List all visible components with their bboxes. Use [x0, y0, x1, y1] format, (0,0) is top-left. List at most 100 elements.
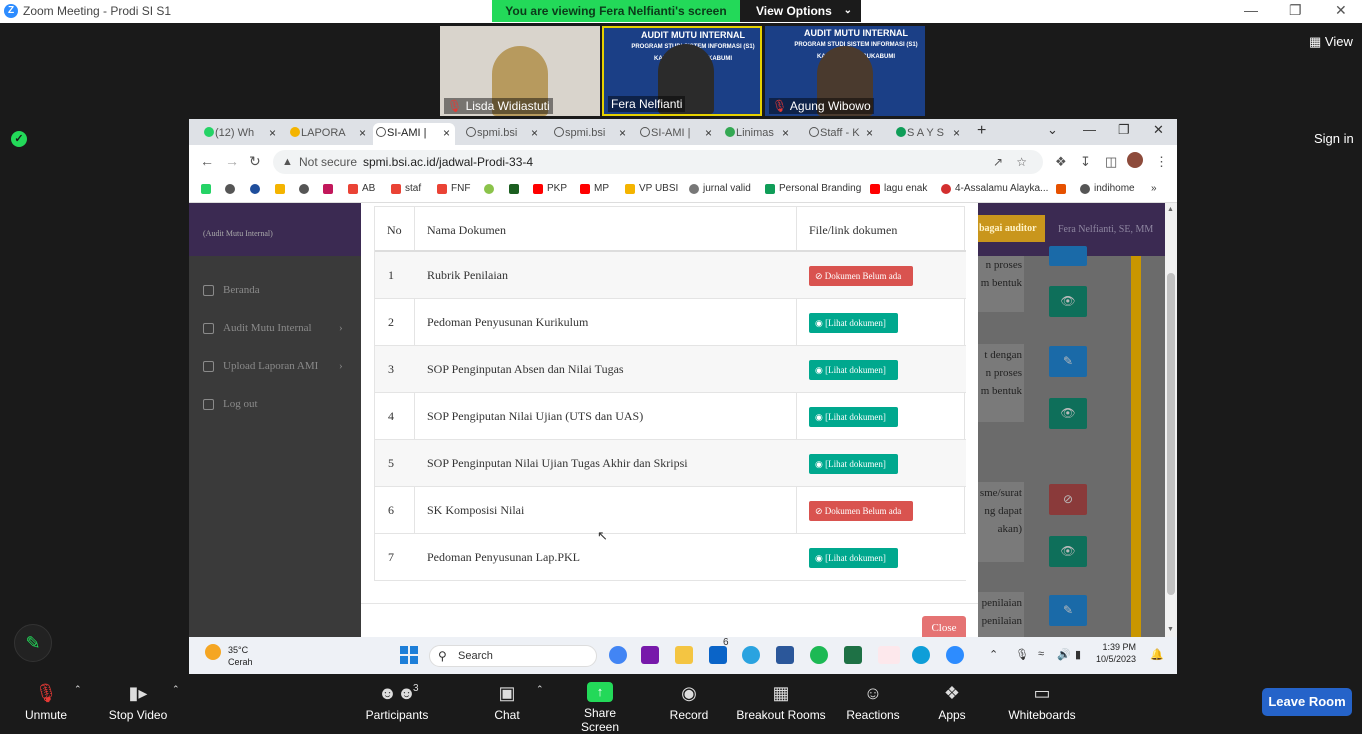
mail-icon[interactable] [709, 646, 727, 664]
document-missing-badge[interactable]: ⊘ Dokumen Belum ada [809, 266, 913, 286]
word-icon[interactable] [776, 646, 794, 664]
stop-video-button[interactable]: ▮▸ Stop Video [106, 682, 170, 722]
browser-tab[interactable]: spmi.bsi × [463, 123, 543, 145]
blocked-icon[interactable]: ⊘ [1049, 484, 1087, 515]
close-tab-icon[interactable]: × [953, 123, 960, 143]
scroll-up-icon[interactable]: ▲ [1167, 206, 1174, 213]
record-button[interactable]: ◉ Record [668, 682, 710, 722]
sign-in-link[interactable]: Sign in [1314, 131, 1354, 146]
auditor-button[interactable]: bagai auditor [975, 215, 1045, 242]
video-options-chevron-icon[interactable]: ⌃ [172, 684, 180, 695]
menu-kebab-icon[interactable]: ⋮ [1155, 154, 1168, 170]
close-modal-button[interactable]: Close [922, 616, 966, 637]
address-bar[interactable]: ▲ Not secure spmi.bsi.ac.id/jadwal-Prodi… [273, 150, 1043, 174]
view-eye-button[interactable]: 👁 [1049, 536, 1087, 567]
notifications-icon[interactable]: 🔔 [1150, 648, 1164, 661]
bookmark-item[interactable]: staf [391, 183, 421, 194]
spotify-icon[interactable] [810, 646, 828, 664]
video-tile[interactable]: AUDIT MUTU INTERNAL PROGRAM STUDI SISTEM … [765, 26, 925, 116]
onenote-icon[interactable] [641, 646, 659, 664]
view-button[interactable]: ▦ View [1309, 34, 1353, 50]
browser-tab[interactable]: (12) Wh × [201, 123, 281, 145]
tray-chevron-up-icon[interactable]: ⌃ [989, 648, 998, 661]
taskbar-search[interactable]: ⚲ Search [429, 645, 597, 667]
browser-tab[interactable]: spmi.bsi × [551, 123, 631, 145]
close-tab-icon[interactable]: × [619, 123, 626, 143]
bookmark-item[interactable]: Personal Branding [765, 183, 861, 194]
view-eye-button[interactable]: 👁 [1049, 286, 1087, 317]
browser-tab[interactable]: Staff - K × [806, 123, 878, 145]
annotate-pencil-icon[interactable]: ✎ [14, 624, 52, 662]
close-tab-icon[interactable]: × [443, 123, 450, 143]
browser-tab[interactable]: S A Y S × [893, 123, 965, 145]
participants-button[interactable]: ☻☻ Participants [364, 682, 430, 722]
file-explorer-icon[interactable] [675, 646, 693, 664]
minimize-icon[interactable]: — [1244, 2, 1258, 18]
close-tab-icon[interactable]: × [866, 123, 873, 143]
bookmark-item[interactable]: 4-Assalamu Alayka... [941, 183, 1048, 194]
chat-options-chevron-icon[interactable]: ⌃ [536, 684, 544, 695]
browser-tab[interactable]: SI-AMI | × [637, 123, 717, 145]
breakout-rooms-button[interactable]: ▦ Breakout Rooms [736, 682, 826, 722]
browser-tab[interactable]: Linimas × [722, 123, 794, 145]
sidebar-item-beranda[interactable]: Beranda [203, 284, 260, 296]
edit-pencil-button[interactable]: ✎ [1049, 346, 1087, 377]
bookmark-item[interactable]: MP [580, 183, 609, 194]
reactions-button[interactable]: ☺ Reactions [846, 682, 900, 722]
battery-icon[interactable]: ▮ [1075, 648, 1081, 661]
user-name[interactable]: Fera Nelfianti, SE, MM [1058, 224, 1153, 235]
restore-icon[interactable]: ❐ [1118, 122, 1130, 138]
unmute-button[interactable]: 🎙 Unmute [22, 682, 70, 722]
download-icon[interactable]: ↧ [1080, 154, 1091, 170]
microphone-icon[interactable]: 🎙 [1015, 648, 1029, 661]
sidebar-item-logout[interactable]: Log out [203, 398, 258, 410]
sidebar-item-audit[interactable]: Audit Mutu Internal › [203, 322, 343, 334]
video-tile-active[interactable]: AUDIT MUTU INTERNALPROGRAM STUDI SISTEM … [602, 26, 762, 116]
side-panel-icon[interactable]: ◫ [1105, 154, 1117, 170]
view-document-button[interactable]: ◉ [Lihat dokumen] [809, 360, 898, 380]
taskbar-clock[interactable]: 1:39 PM 10/5/2023 [1096, 641, 1136, 665]
view-document-button[interactable]: ◉ [Lihat dokumen] [809, 454, 898, 474]
bookmark-item[interactable]: indihome [1080, 183, 1135, 194]
share-icon[interactable]: ↗ [993, 150, 1003, 174]
page-scrollbar[interactable]: ▲ ▼ [1165, 203, 1177, 637]
bookmark-item[interactable]: PKP [533, 183, 567, 194]
bookmark-item[interactable]: VP UBSI [625, 183, 678, 194]
whiteboards-button[interactable]: ▭ Whiteboards [1006, 682, 1078, 722]
extensions-icon[interactable]: ❖ [1055, 154, 1067, 170]
browser-tab[interactable]: LAPORA × [287, 123, 371, 145]
close-tab-icon[interactable]: × [782, 123, 789, 143]
browser-tab-active[interactable]: SI-AMI | × [373, 123, 455, 145]
share-screen-button[interactable]: ↑ Share Screen [564, 682, 636, 734]
weather-sun-icon[interactable] [205, 644, 221, 660]
bookmark-item[interactable]: FNF [437, 183, 470, 194]
bookmark-item[interactable]: lagu enak [870, 183, 927, 194]
document-missing-badge[interactable]: ⊘ Dokumen Belum ada [809, 501, 913, 521]
view-document-button[interactable]: ◉ [Lihat dokumen] [809, 407, 898, 427]
back-icon[interactable]: ← [200, 153, 214, 169]
close-tab-icon[interactable]: × [359, 123, 366, 143]
zoom-taskbar-icon[interactable] [878, 646, 900, 664]
chrome-icon[interactable] [609, 646, 627, 664]
view-document-button[interactable]: ◉ [Lihat dokumen] [809, 548, 898, 568]
bookmarks-overflow-icon[interactable]: » [1151, 183, 1157, 194]
sidebar-item-upload[interactable]: Upload Laporan AMI › [203, 360, 343, 372]
audio-options-chevron-icon[interactable]: ⌃ [74, 684, 82, 695]
reload-icon[interactable]: ↻ [249, 153, 261, 170]
excel-icon[interactable] [844, 646, 862, 664]
close-window-icon[interactable]: ✕ [1335, 2, 1347, 19]
apps-button[interactable]: ❖ Apps [936, 682, 968, 722]
video-tile[interactable]: 🎙 Lisda Widiastuti [440, 26, 600, 116]
view-options-button[interactable]: View Options ⌄ [740, 0, 861, 22]
scrollbar-thumb[interactable] [1167, 273, 1175, 595]
bookmark-item[interactable]: AB [348, 183, 375, 194]
restore-icon[interactable]: ❐ [1289, 2, 1302, 19]
forward-icon[interactable]: → [225, 153, 239, 169]
volume-icon[interactable]: 🔊 [1057, 648, 1071, 661]
bookmark-star-icon[interactable]: ☆ [1016, 150, 1027, 174]
edge-icon[interactable] [912, 646, 930, 664]
close-tab-icon[interactable]: × [531, 123, 538, 143]
leave-room-button[interactable]: Leave Room [1262, 688, 1352, 716]
view-eye-button[interactable]: 👁 [1049, 398, 1087, 429]
minimize-icon[interactable]: — [1083, 122, 1096, 137]
